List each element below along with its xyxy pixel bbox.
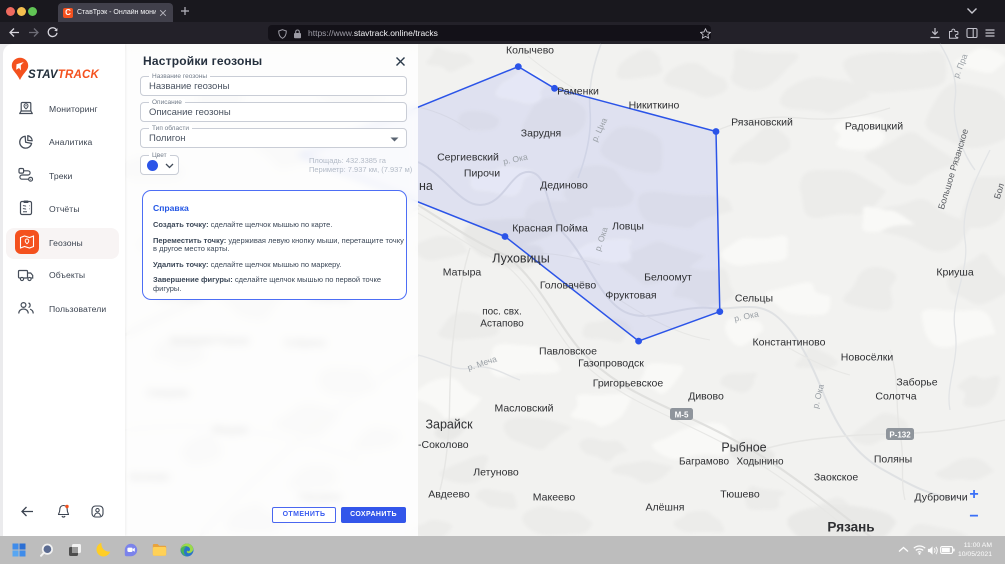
svg-text:Криуша: Криуша [936,267,973,279]
svg-text:Авдеево: Авдеево [428,489,470,501]
svg-text:Баграмово: Баграмово [679,457,730,468]
svg-text:Алёшня: Алёшня [646,502,685,514]
svg-text:на: на [419,179,433,193]
svg-text:Астапово: Астапово [480,319,524,330]
svg-text:Ходынино: Ходынино [736,457,784,468]
svg-text:Зарудня: Зарудня [521,128,561,140]
svg-text:-Соколово: -Соколово [418,439,469,451]
svg-text:Ловцы: Ловцы [612,221,644,233]
svg-text:Красная Пойма: Красная Пойма [512,223,588,235]
svg-text:Константиново: Константиново [753,337,826,349]
svg-text:Пирочи: Пирочи [464,168,500,180]
svg-text:Р-132: Р-132 [889,431,911,440]
svg-text:пос. свх.: пос. свх. [482,307,522,318]
svg-text:Солотча: Солотча [875,391,916,403]
svg-text:Дивово: Дивово [688,391,724,403]
svg-text:Поляны: Поляны [874,454,912,466]
svg-text:Григорьевское: Григорьевское [593,378,664,390]
svg-text:Дубровичи: Дубровичи [914,492,967,504]
svg-text:Колычево: Колычево [506,45,554,57]
svg-text:Радовицкий: Радовицкий [845,121,903,133]
svg-text:Новосёлки: Новосёлки [841,352,894,364]
svg-text:Дединово: Дединово [540,180,588,192]
svg-text:Тюшево: Тюшево [720,489,760,501]
svg-text:Никиткино: Никиткино [629,100,680,112]
svg-text:Рыбное: Рыбное [721,440,766,454]
svg-text:Летуново: Летуново [473,467,519,479]
svg-text:Луховицы: Луховицы [492,251,549,265]
svg-text:−: − [969,508,978,525]
svg-text:Матыра: Матыра [443,267,482,279]
svg-text:М-5: М-5 [675,411,689,420]
svg-text:Рязановский: Рязановский [731,117,793,129]
svg-text:Раменки: Раменки [557,86,599,98]
svg-text:Белоомут: Белоомут [644,272,692,284]
svg-text:Сельцы: Сельцы [735,293,773,305]
svg-text:Головачёво: Головачёво [540,280,597,292]
svg-text:Павловское: Павловское [539,346,597,358]
svg-text:+: + [969,486,978,503]
svg-text:Сергиевский: Сергиевский [437,152,499,164]
svg-text:Зарайск: Зарайск [425,417,473,431]
svg-text:Газопроводск: Газопроводск [578,358,644,370]
svg-text:Фруктовая: Фруктовая [605,290,656,302]
svg-text:Заборье: Заборье [896,377,937,389]
svg-text:Рязань: Рязань [827,520,874,535]
svg-text:Заокское: Заокское [814,472,859,484]
svg-text:Макеево: Макеево [533,492,576,504]
svg-text:Масловский: Масловский [494,403,553,415]
